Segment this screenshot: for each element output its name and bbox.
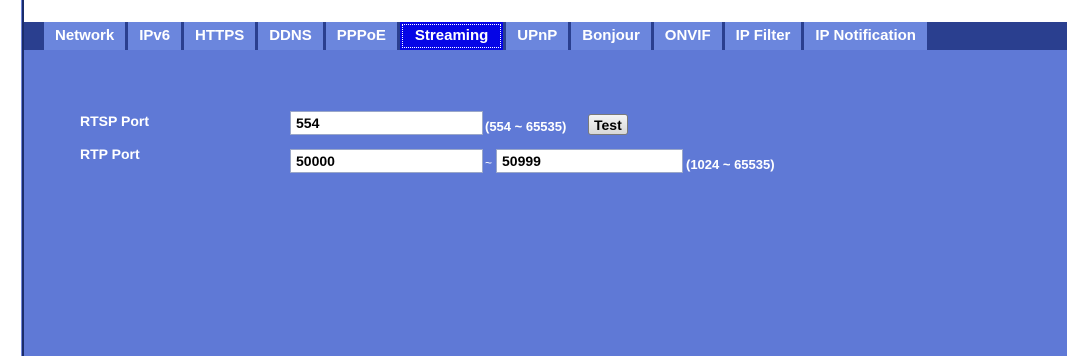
left-border	[0, 0, 22, 356]
rtp-port-separator: ~	[485, 156, 493, 170]
tab-pppoe[interactable]: PPPoE	[325, 22, 397, 50]
tab-ddns[interactable]: DDNS	[258, 22, 323, 50]
rtsp-port-label: RTSP Port	[80, 113, 149, 129]
streaming-panel: RTSP Port (554 ~ 65535) Test RTP Port ~ …	[24, 50, 1067, 356]
rtsp-port-range: (554 ~ 65535)	[485, 119, 567, 134]
tab-upnp[interactable]: UPnP	[506, 22, 569, 50]
tab-streaming[interactable]: Streaming	[399, 22, 504, 50]
tab-https[interactable]: HTTPS	[184, 22, 256, 50]
tab-bar: Network IPv6 HTTPS DDNS PPPoE Streaming …	[44, 22, 927, 50]
rtp-port-range: (1024 ~ 65535)	[686, 157, 775, 172]
test-button[interactable]: Test	[588, 114, 628, 135]
top-margin	[24, 0, 1067, 22]
rtp-port-label: RTP Port	[80, 146, 140, 162]
tab-onvif[interactable]: ONVIF	[653, 22, 722, 50]
settings-frame: Network IPv6 HTTPS DDNS PPPoE Streaming …	[0, 0, 1067, 356]
tab-ip-filter[interactable]: IP Filter	[724, 22, 802, 50]
rtp-port-end-input[interactable]	[496, 149, 683, 173]
rtsp-port-input[interactable]	[290, 111, 483, 135]
tab-ip-notification[interactable]: IP Notification	[804, 22, 927, 50]
tab-bonjour[interactable]: Bonjour	[571, 22, 651, 50]
tab-network[interactable]: Network	[44, 22, 126, 50]
rtp-port-start-input[interactable]	[290, 149, 483, 173]
tab-ipv6[interactable]: IPv6	[128, 22, 182, 50]
